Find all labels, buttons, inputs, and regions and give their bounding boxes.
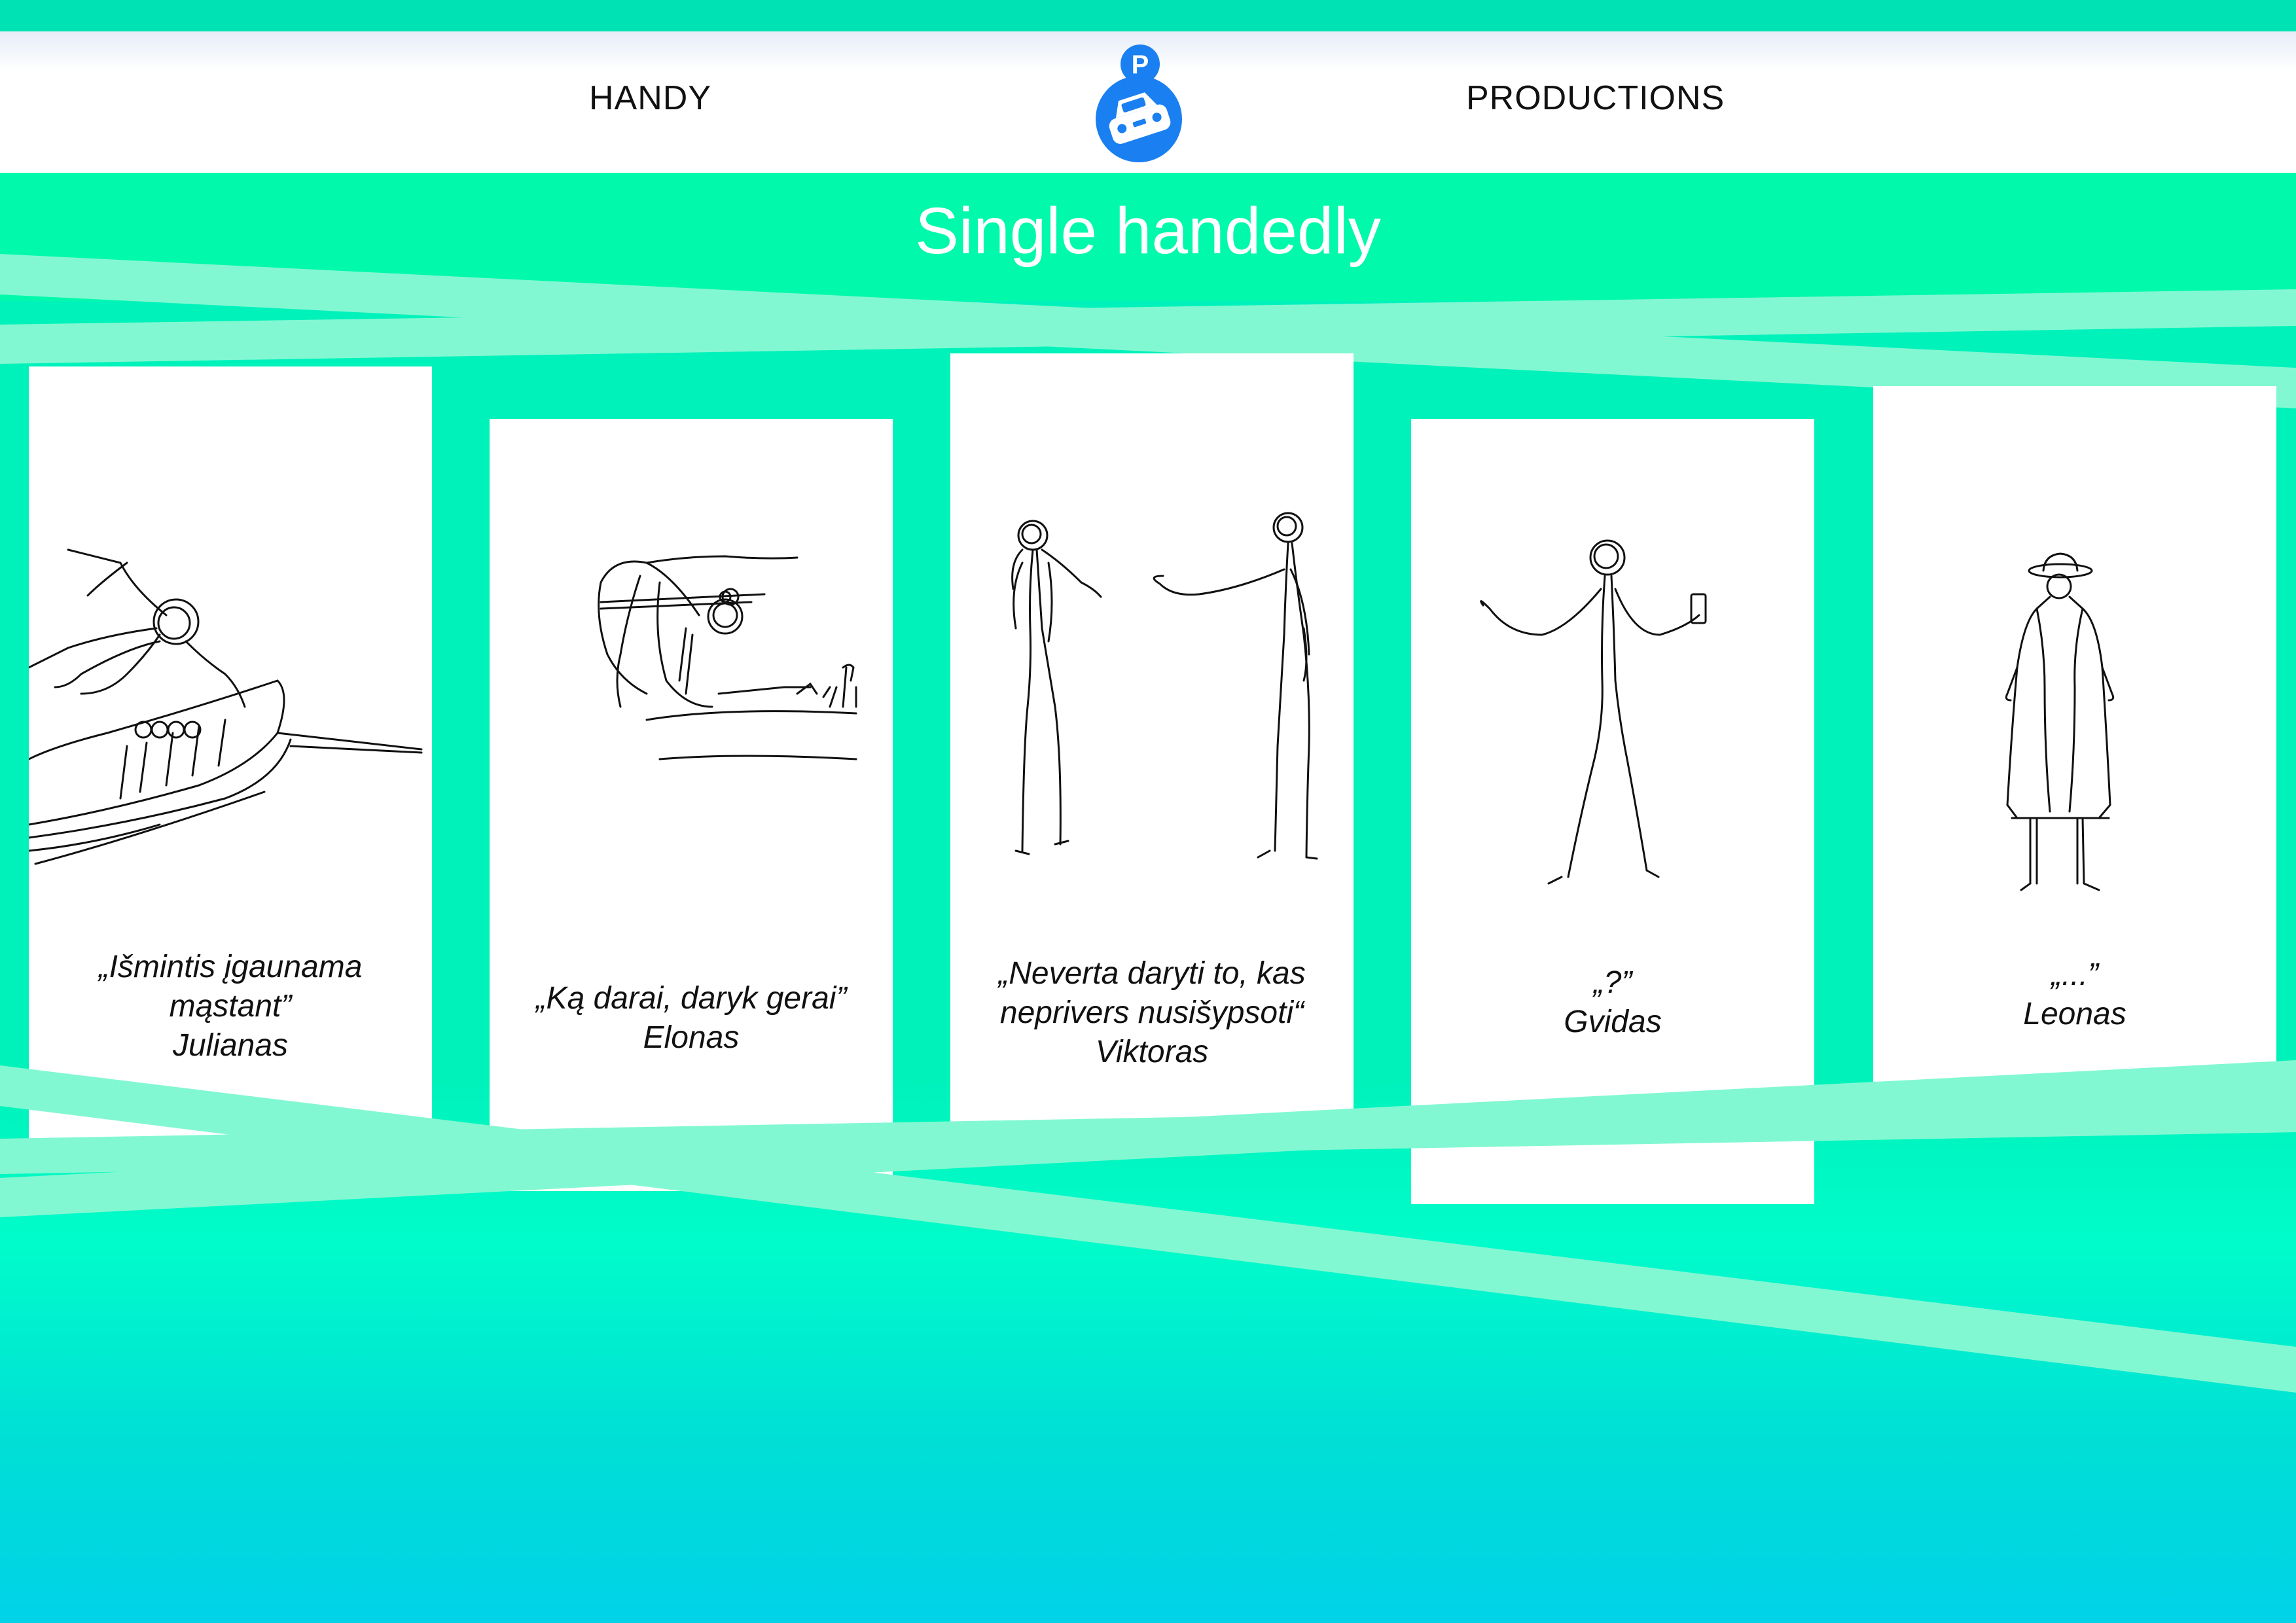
figure-in-trenchcoat-hat-sketch-icon	[2005, 552, 2115, 891]
quote-line: neprivers nusišypsoti“	[999, 995, 1304, 1030]
brand-right-label[interactable]: PRODUCTIONS	[1466, 79, 1725, 118]
quote-author: Viktoras	[1095, 1035, 1209, 1069]
person-driving-sketch-icon	[598, 555, 857, 760]
quote-card-2[interactable]: „Ką darai, daryk gerai” Elonas	[490, 419, 893, 1191]
quote-text: „Neverta daryti to, kas neprivers nusišy…	[950, 954, 1354, 1072]
quote-author: Leonas	[2023, 997, 2126, 1031]
quote-line: „?”	[1593, 965, 1632, 1000]
top-band	[0, 0, 2296, 31]
figure-shrugging-with-phone-sketch-icon	[1480, 539, 1707, 885]
quote-line: „Neverta daryti to, kas	[998, 956, 1306, 991]
quote-card-5[interactable]: „...” Leonas	[1873, 386, 2276, 1093]
person-leaning-on-car-sketch-icon	[29, 548, 423, 865]
quote-line: mąstant”	[169, 989, 292, 1024]
quote-text: „?” Gvidas	[1411, 963, 1814, 1042]
quote-text: „...” Leonas	[1873, 955, 2276, 1034]
quote-author: Elonas	[643, 1020, 740, 1055]
two-figures-pointing-sketch-icon	[1011, 512, 1318, 860]
quote-card-4[interactable]: „?” Gvidas	[1411, 419, 1814, 1204]
quote-text: „Išmintis įgaunama mąstant” Julianas	[29, 948, 432, 1065]
page-title: Single handedly	[915, 194, 1381, 268]
brand-left-label[interactable]: HANDY	[589, 79, 711, 118]
quote-line: „...”	[2051, 957, 2098, 992]
quote-card-3[interactable]: „Neverta daryti to, kas neprivers nusišy…	[950, 353, 1354, 1126]
quote-card-1[interactable]: „Išmintis įgaunama mąstant” Julianas	[29, 366, 432, 1139]
quote-line: „Išmintis įgaunama	[98, 950, 363, 984]
quote-author: Gvidas	[1564, 1005, 1662, 1039]
quote-line: „Ką darai, daryk gerai”	[535, 981, 847, 1016]
quote-text: „Ką darai, daryk gerai” Elonas	[490, 979, 893, 1058]
quote-author: Julianas	[172, 1028, 289, 1063]
parking-car-logo-icon[interactable]: P	[1086, 39, 1191, 164]
logo-letter: P	[1132, 50, 1149, 79]
